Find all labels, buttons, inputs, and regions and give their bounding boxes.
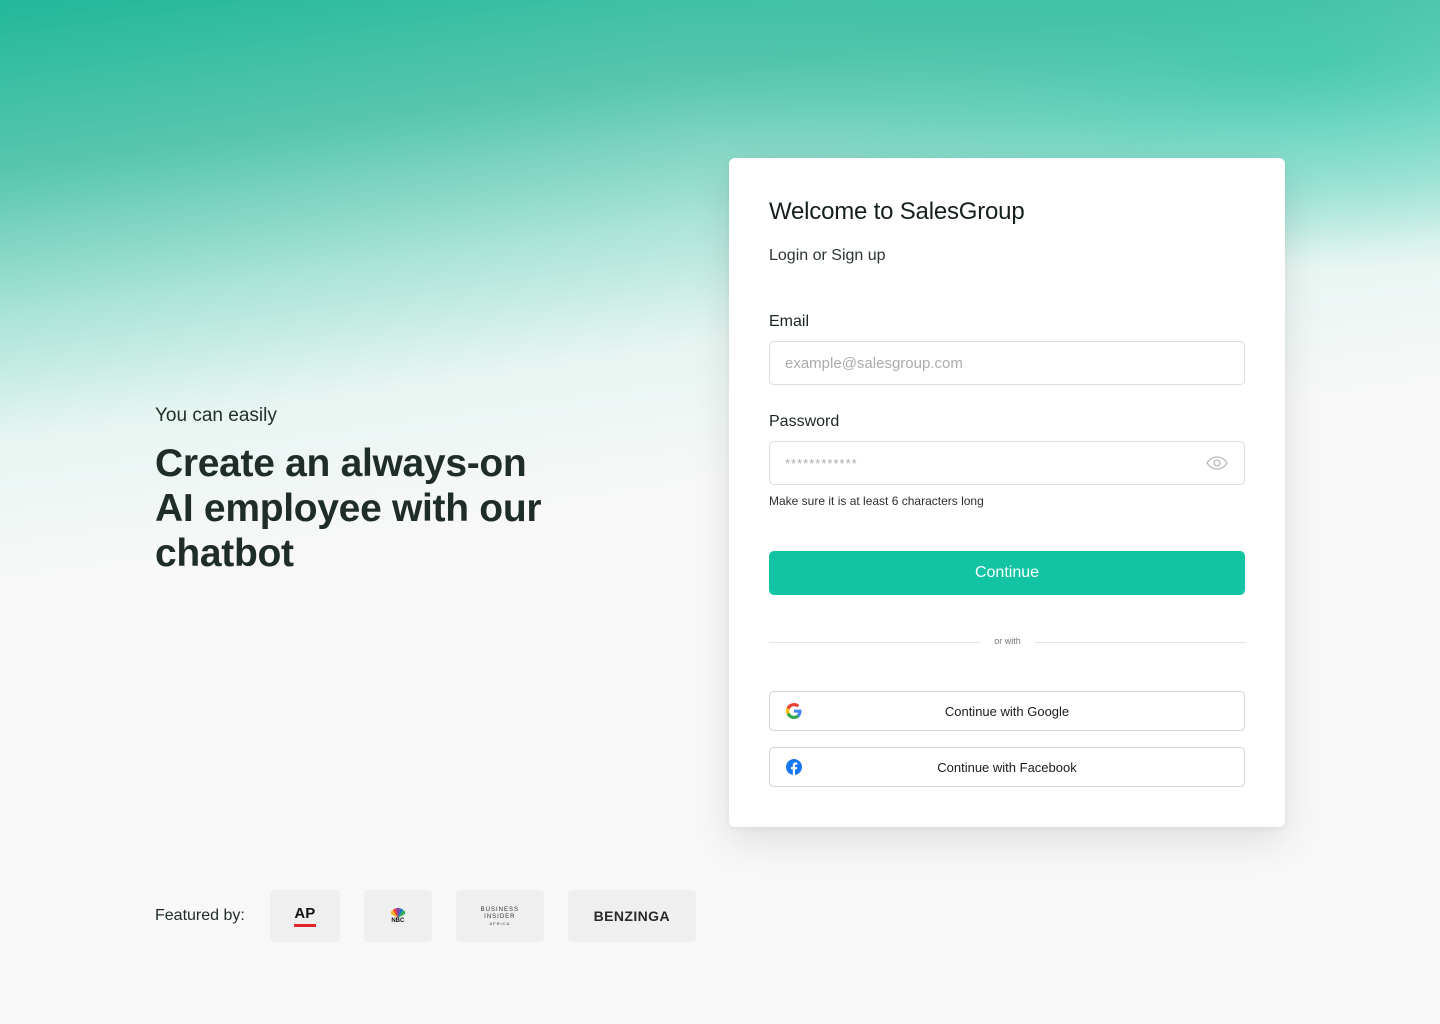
or-divider: or with [769,636,1246,650]
business-insider-africa-logo: BUSINESS INSIDER AFRICA [455,890,544,942]
nbc-logo: NBC [363,890,432,942]
email-label: Email [769,313,810,330]
card-title: Welcome to SalesGroup [769,198,1025,225]
google-button-label: Continue with Google [944,704,1070,719]
card-subtitle: Login or Sign up [769,247,886,264]
ap-logo: AP [269,890,340,942]
email-field[interactable] [769,341,1245,385]
password-label: Password [769,413,840,430]
continue-with-facebook-button[interactable]: Continue with Facebook [769,747,1245,787]
ap-logo-underline [293,924,316,927]
divider-line [769,642,980,643]
ap-logo-text: AP [294,905,316,922]
hero-title: Create an always-on AI employee with our… [155,441,675,576]
hero-section: You can easily Create an always-on AI em… [155,405,675,576]
eye-icon [1206,456,1228,470]
hero-title-line: AI employee with our [155,487,542,530]
bi-logo-line: BUSINESS [480,906,519,913]
benzinga-logo: BENZINGA [567,890,696,942]
continue-button[interactable]: Continue [769,551,1245,595]
hero-title-line: Create an always-on [155,442,527,485]
hero-title-line: chatbot [155,532,294,575]
benzinga-logo-text: BENZINGA [593,908,670,924]
divider-label: or with [994,636,1021,646]
login-card: Welcome to SalesGroup Login or Sign up E… [729,158,1285,827]
divider-line [1035,642,1246,643]
continue-with-google-button[interactable]: Continue with Google [769,691,1245,731]
bi-logo-line: INSIDER [484,913,516,920]
password-hint: Make sure it is at least 6 characters lo… [769,494,984,508]
facebook-button-label: Continue with Facebook [937,760,1077,775]
password-field[interactable] [769,441,1245,485]
nbc-logo-text: NBC [391,918,405,924]
featured-by-section: Featured by: AP NBC BUSINESS INSIDER AFR… [155,890,720,942]
toggle-password-visibility-button[interactable] [1205,451,1229,475]
featured-label: Featured by: [155,907,245,924]
hero-kicker: You can easily [155,405,277,426]
bi-logo-line: AFRICA [489,920,511,926]
